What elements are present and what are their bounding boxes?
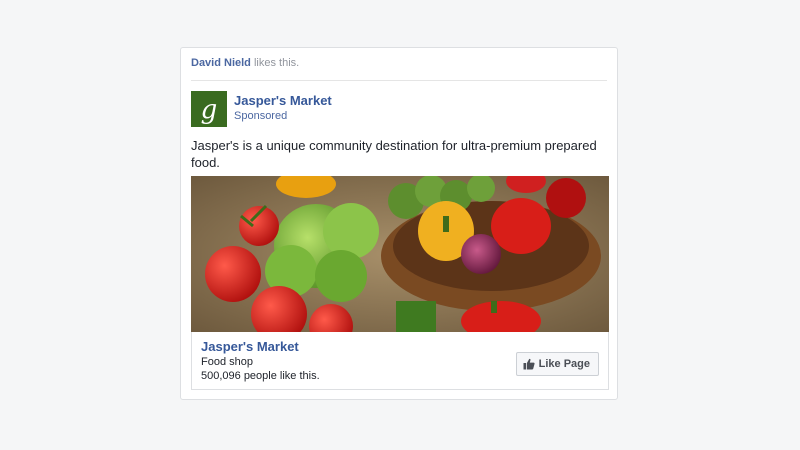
liker-name-link[interactable]: David Nield — [191, 57, 251, 69]
social-context-suffix: likes this. — [250, 57, 300, 69]
post-image[interactable] — [191, 176, 609, 332]
thumbs-up-icon — [523, 358, 535, 370]
vegetables-photo — [191, 176, 609, 332]
page-like-count: 500,096 people like this. — [201, 370, 320, 382]
svg-text:g: g — [201, 95, 218, 125]
like-page-button[interactable]: Like Page — [515, 352, 599, 376]
link-category: Food shop — [201, 356, 253, 368]
page-logo-icon: g — [191, 91, 227, 127]
sponsored-label[interactable]: Sponsored — [234, 110, 287, 122]
link-title[interactable]: Jasper's Market — [201, 339, 299, 354]
divider — [191, 80, 607, 81]
like-page-button-label: Like Page — [538, 358, 590, 370]
page-avatar[interactable]: g — [191, 91, 227, 127]
page-name-link[interactable]: Jasper's Market — [234, 93, 332, 108]
sponsored-post-card: David Nield likes this. g Jasper's Marke… — [180, 47, 618, 400]
post-text: Jasper's is a unique community destinati… — [191, 138, 597, 170]
link-preview[interactable]: Jasper's Market Food shop 500,096 people… — [191, 332, 609, 390]
social-context: David Nield likes this. — [191, 57, 299, 69]
